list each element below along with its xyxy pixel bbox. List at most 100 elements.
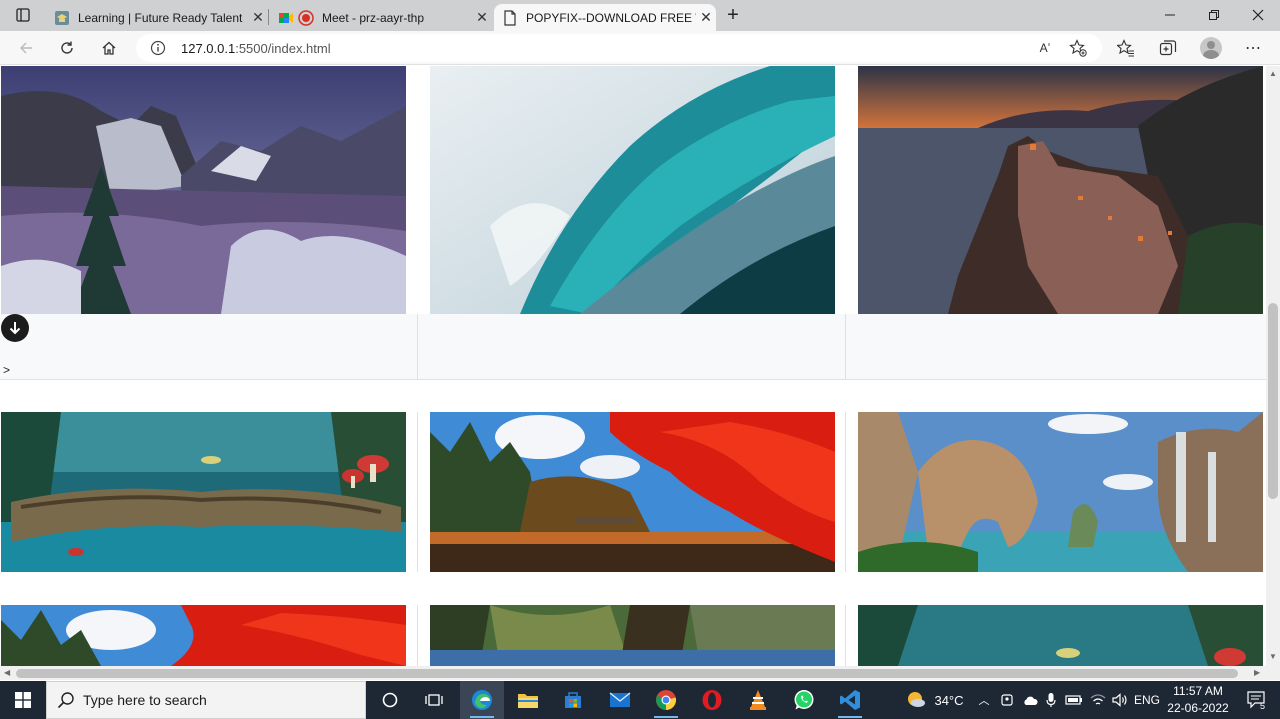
refresh-button[interactable] bbox=[55, 36, 79, 60]
card-divider bbox=[417, 605, 418, 666]
tab-meet[interactable]: Meet - prz-aayr-thp ✕ bbox=[270, 4, 492, 31]
tab-close-icon[interactable]: ✕ bbox=[248, 8, 268, 28]
scroll-up-arrow-icon[interactable]: ▲ bbox=[1269, 69, 1277, 78]
wallpaper-image-cliffside-village[interactable] bbox=[858, 66, 1263, 314]
tab-strip: Learning | Future Ready Talent ✕ Meet - … bbox=[0, 0, 1280, 31]
start-button[interactable] bbox=[0, 681, 46, 719]
download-button[interactable] bbox=[1, 314, 29, 342]
scroll-left-arrow-icon[interactable]: ◀ bbox=[4, 668, 10, 677]
file-explorer-button[interactable] bbox=[506, 681, 550, 719]
action-center-button[interactable]: 5 bbox=[1237, 681, 1277, 719]
edge-icon bbox=[472, 690, 492, 710]
taskbar-clock[interactable]: 11:57 AM 22-06-2022 bbox=[1163, 683, 1233, 717]
vscode-icon bbox=[840, 690, 860, 710]
gallery-row bbox=[0, 412, 1266, 572]
network-button[interactable] bbox=[1088, 681, 1108, 719]
wallpaper-image-forest-lake[interactable] bbox=[430, 605, 835, 666]
wallpaper-image-fantasy-rock-waterfall[interactable] bbox=[858, 412, 1263, 572]
rock-waterfall-image bbox=[858, 412, 1263, 572]
scrollbar-corner bbox=[1266, 666, 1280, 680]
tab-divider bbox=[268, 9, 269, 25]
restore-button[interactable] bbox=[1192, 0, 1236, 30]
recording-icon bbox=[298, 9, 314, 26]
task-view-icon bbox=[425, 694, 443, 706]
volume-button[interactable] bbox=[1110, 681, 1130, 719]
back-button[interactable] bbox=[14, 36, 38, 60]
vlc-button[interactable] bbox=[736, 681, 780, 719]
card-divider bbox=[417, 314, 418, 380]
profile-avatar[interactable] bbox=[1200, 37, 1222, 59]
cloud-icon bbox=[1024, 696, 1038, 705]
tab-title: Learning | Future Ready Talent bbox=[78, 10, 243, 25]
wallpaper-image-fantasy-mushroom-log[interactable] bbox=[1, 412, 406, 572]
url-path: :5500/index.html bbox=[235, 41, 331, 56]
microphone-icon bbox=[1046, 693, 1056, 707]
ocean-wave-image bbox=[430, 66, 835, 314]
horizontal-scroll-thumb[interactable] bbox=[16, 669, 1238, 678]
back-arrow-icon bbox=[20, 42, 32, 54]
show-hidden-icons-chevron-icon[interactable]: ︿ bbox=[976, 681, 992, 719]
tab-actions-button[interactable] bbox=[8, 4, 38, 26]
wallpaper-image-red-autumn-lake[interactable] bbox=[1, 605, 406, 666]
opera-button[interactable] bbox=[690, 681, 734, 719]
weather-button[interactable] bbox=[905, 681, 927, 719]
tab-popyfix[interactable]: POPYFIX--DOWNLOAD FREE WA ✕ bbox=[494, 4, 716, 31]
onedrive-button[interactable] bbox=[1020, 681, 1040, 719]
star-add-icon bbox=[1069, 39, 1087, 57]
vertical-scrollbar[interactable]: ▲ ▼ bbox=[1266, 66, 1280, 666]
favorites-button[interactable] bbox=[1114, 36, 1138, 60]
edge-taskbar-button[interactable] bbox=[460, 681, 504, 719]
whatsapp-button[interactable] bbox=[782, 681, 826, 719]
chrome-button[interactable] bbox=[644, 681, 688, 719]
settings-more-button[interactable]: ⋯ bbox=[1241, 36, 1265, 60]
windows-logo-icon bbox=[15, 692, 31, 708]
url-text[interactable]: 127.0.0.1:5500/index.html bbox=[181, 41, 331, 56]
wallpaper-image-ocean-wave[interactable] bbox=[430, 66, 835, 314]
page-viewport: > bbox=[0, 66, 1266, 666]
cortana-button[interactable] bbox=[368, 681, 412, 719]
mail-button[interactable] bbox=[598, 681, 642, 719]
add-favorite-button[interactable] bbox=[1069, 39, 1087, 57]
stray-caret-text: > bbox=[3, 363, 11, 377]
more-dots-icon: ⋯ bbox=[1245, 40, 1261, 57]
search-placeholder: Type here to search bbox=[83, 692, 207, 708]
card-divider bbox=[845, 314, 846, 380]
address-bar[interactable]: 127.0.0.1:5500/index.html Aʼ bbox=[136, 34, 1102, 62]
read-aloud-icon[interactable]: Aʼ bbox=[1036, 39, 1054, 57]
page-favicon-icon bbox=[504, 9, 516, 26]
whatsapp-icon bbox=[794, 690, 814, 710]
wallpaper-image-snowy-mountain-valley[interactable] bbox=[1, 66, 406, 314]
forest-image bbox=[430, 605, 835, 666]
favorites-icon bbox=[1117, 39, 1134, 57]
tab-learning[interactable]: Learning | Future Ready Talent ✕ bbox=[46, 4, 268, 31]
collections-button[interactable] bbox=[1156, 36, 1180, 60]
meet-now-icon bbox=[1001, 694, 1013, 706]
store-icon bbox=[565, 692, 581, 708]
task-view-button[interactable] bbox=[412, 681, 456, 719]
taskbar-search-box[interactable]: Type here to search bbox=[46, 681, 366, 719]
home-button[interactable] bbox=[97, 36, 121, 60]
input-language-indicator[interactable]: ENG bbox=[1134, 681, 1160, 719]
battery-button[interactable] bbox=[1064, 681, 1084, 719]
close-window-button[interactable] bbox=[1236, 0, 1280, 30]
site-info-icon[interactable] bbox=[150, 40, 166, 56]
mountain-valley-image bbox=[1, 66, 406, 314]
store-button[interactable] bbox=[551, 681, 595, 719]
tab-close-icon[interactable]: ✕ bbox=[696, 8, 716, 28]
minimize-button[interactable] bbox=[1148, 0, 1192, 30]
horizontal-scrollbar[interactable]: ◀ ▶ bbox=[0, 666, 1266, 680]
microphone-button[interactable] bbox=[1043, 681, 1059, 719]
card-divider bbox=[417, 412, 418, 572]
wallpaper-image-fantasy-mushroom-log[interactable] bbox=[858, 605, 1263, 666]
vscode-button[interactable] bbox=[828, 681, 872, 719]
vertical-scroll-thumb[interactable] bbox=[1268, 303, 1278, 499]
weather-temperature[interactable]: 34°C bbox=[930, 681, 968, 719]
scroll-right-arrow-icon[interactable]: ▶ bbox=[1254, 668, 1260, 677]
wallpaper-image-red-autumn-lake[interactable] bbox=[430, 412, 835, 572]
battery-icon bbox=[1065, 695, 1082, 705]
tab-close-icon[interactable]: ✕ bbox=[472, 8, 492, 28]
meet-now-button[interactable] bbox=[998, 681, 1016, 719]
vlc-icon bbox=[750, 690, 766, 710]
new-tab-button[interactable]: + bbox=[722, 4, 744, 26]
scroll-down-arrow-icon[interactable]: ▼ bbox=[1269, 652, 1277, 661]
